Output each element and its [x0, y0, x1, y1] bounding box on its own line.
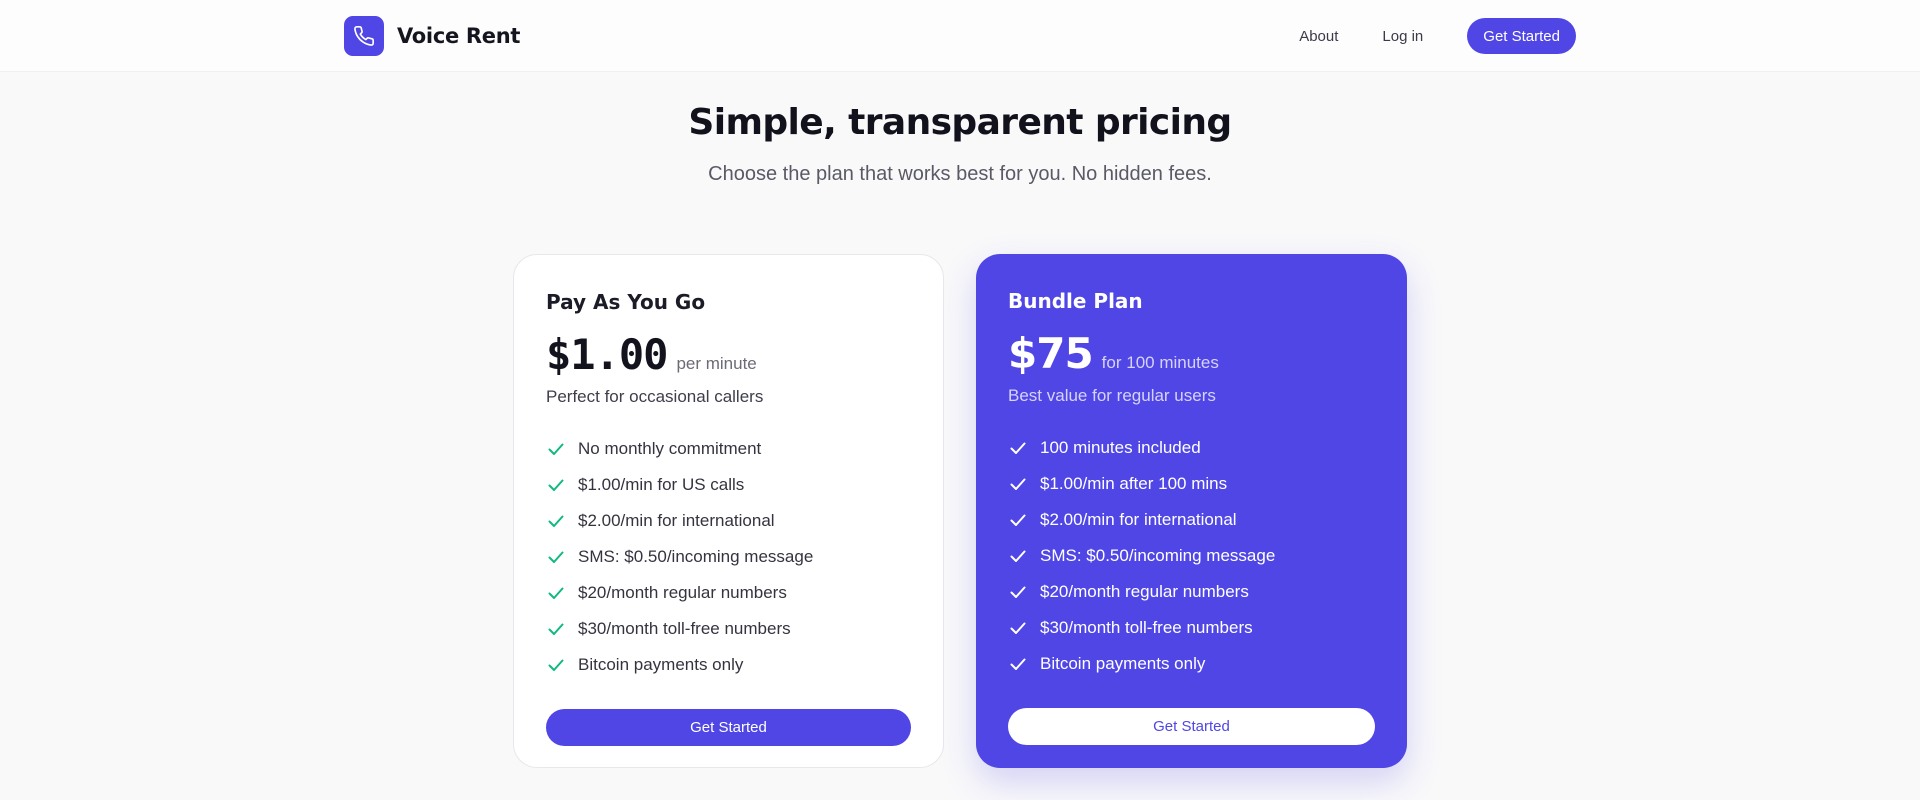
feature-text: No monthly commitment: [578, 439, 762, 458]
page-title: Simple, transparent pricing: [688, 102, 1232, 143]
feature-text: $30/month toll-free numbers: [578, 619, 791, 638]
check-icon: [1010, 442, 1026, 454]
plan-price-unit: for 100 minutes: [1101, 353, 1219, 372]
check-icon: [1010, 514, 1026, 526]
feature-item: 100 minutes included: [1008, 430, 1375, 466]
brand-name: Voice Rent: [397, 24, 521, 48]
price-row: $1.00 per minute: [546, 330, 911, 379]
nav-about-link[interactable]: About: [1299, 28, 1338, 45]
plan-price: $1.00: [546, 330, 668, 379]
price-row: $75 for 100 minutes: [1008, 329, 1375, 378]
check-icon: [548, 443, 564, 455]
check-icon: [548, 623, 564, 635]
feature-item: $1.00/min after 100 mins: [1008, 466, 1375, 502]
feature-item: $30/month toll-free numbers: [546, 611, 911, 647]
feature-item: Bitcoin payments only: [546, 647, 911, 683]
page-subtitle: Choose the plan that works best for you.…: [708, 163, 1212, 185]
feature-item: $2.00/min for international: [1008, 502, 1375, 538]
check-icon: [1010, 550, 1026, 562]
plan-price-unit: per minute: [676, 354, 757, 373]
feature-list: 100 minutes included $1.00/min after 100 …: [1008, 430, 1375, 682]
check-icon: [548, 659, 564, 671]
feature-item: SMS: $0.50/incoming message: [546, 539, 911, 575]
nav-login-link[interactable]: Log in: [1382, 28, 1423, 45]
feature-item: $2.00/min for international: [546, 503, 911, 539]
plan-price: $75: [1008, 329, 1094, 378]
check-icon: [548, 479, 564, 491]
nav-links: About Log in Get Started: [1299, 18, 1576, 54]
feature-item: SMS: $0.50/incoming message: [1008, 538, 1375, 574]
plan-card-pay-as-you-go: Pay As You Go $1.00 per minute Perfect f…: [513, 254, 944, 768]
feature-item: $20/month regular numbers: [546, 575, 911, 611]
feature-item: $20/month regular numbers: [1008, 574, 1375, 610]
feature-text: $30/month toll-free numbers: [1040, 618, 1253, 637]
plan-get-started-button[interactable]: Get Started: [1008, 708, 1375, 745]
feature-text: $1.00/min after 100 mins: [1040, 474, 1228, 493]
check-icon: [1010, 658, 1026, 670]
brand[interactable]: Voice Rent: [344, 16, 520, 56]
phone-icon: [344, 16, 384, 56]
feature-item: Bitcoin payments only: [1008, 646, 1375, 682]
plan-card-bundle: Bundle Plan $75 for 100 minutes Best val…: [976, 254, 1407, 768]
check-icon: [548, 515, 564, 527]
plan-tagline: Best value for regular users: [1008, 386, 1216, 405]
nav-get-started-button[interactable]: Get Started: [1467, 18, 1576, 54]
feature-text: $2.00/min for international: [1040, 510, 1237, 529]
feature-text: $2.00/min for international: [578, 511, 775, 530]
feature-text: 100 minutes included: [1040, 438, 1201, 457]
feature-text: $1.00/min for US calls: [578, 475, 745, 494]
check-icon: [548, 551, 564, 563]
feature-item: $30/month toll-free numbers: [1008, 610, 1375, 646]
plan-tagline: Perfect for occasional callers: [546, 387, 764, 406]
feature-list: No monthly commitment $1.00/min for US ca…: [546, 431, 911, 683]
top-nav: Voice Rent About Log in Get Started: [0, 0, 1920, 72]
feature-item: No monthly commitment: [546, 431, 911, 467]
feature-text: $20/month regular numbers: [1040, 582, 1249, 601]
plan-get-started-button[interactable]: Get Started: [546, 709, 911, 746]
check-icon: [1010, 586, 1026, 598]
feature-text: Bitcoin payments only: [578, 655, 744, 674]
plan-name: Bundle Plan: [1008, 289, 1143, 313]
check-icon: [1010, 478, 1026, 490]
feature-text: SMS: $0.50/incoming message: [1040, 546, 1276, 565]
plan-name: Pay As You Go: [546, 290, 706, 314]
feature-text: Bitcoin payments only: [1040, 654, 1206, 673]
check-icon: [1010, 622, 1026, 634]
feature-item: $1.00/min for US calls: [546, 467, 911, 503]
check-icon: [548, 587, 564, 599]
feature-text: SMS: $0.50/incoming message: [578, 547, 814, 566]
feature-text: $20/month regular numbers: [578, 583, 787, 602]
